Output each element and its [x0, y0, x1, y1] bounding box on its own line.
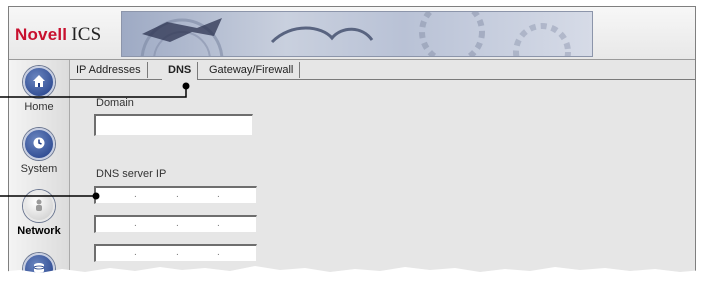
torn-edge: [0, 266, 703, 287]
callout-lines: [0, 82, 190, 200]
